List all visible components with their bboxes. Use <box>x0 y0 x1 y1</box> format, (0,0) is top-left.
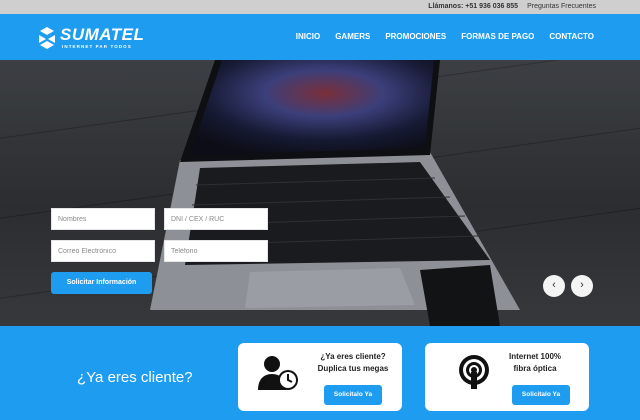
solicitalo-ya-button-2[interactable]: Solicitalo Ya <box>512 385 570 405</box>
card-1-line-1: ¿Ya eres cliente? <box>320 352 386 361</box>
client-section: ¿Ya eres cliente? ¿Ya eres cliente? Dupl… <box>0 326 640 420</box>
solicitalo-ya-button-1[interactable]: Solicitalo Ya <box>324 385 382 405</box>
user-clock-icon <box>258 356 298 390</box>
top-bar: Llámanos: +51 936 036 855 Preguntas Frec… <box>0 0 640 14</box>
telefono-input[interactable] <box>164 240 268 262</box>
main-nav: INICIO GAMERS PROMOCIONES FORMAS DE PAGO… <box>296 32 594 41</box>
broadcast-icon <box>459 355 489 389</box>
nav-item-contacto[interactable]: CONTACTO <box>549 32 594 41</box>
nav-item-inicio[interactable]: INICIO <box>296 32 320 41</box>
main-navbar: SUMATEL INTERNET PAR TODOS INICIO GAMERS… <box>0 14 640 60</box>
logo[interactable]: SUMATEL INTERNET PAR TODOS <box>36 24 156 52</box>
nombres-input[interactable] <box>51 208 155 230</box>
nav-item-promociones[interactable]: PROMOCIONES <box>385 32 446 41</box>
faq-link[interactable]: Preguntas Frecuentes <box>527 3 596 10</box>
card-2-line-2: fibra óptica <box>513 364 557 373</box>
carousel-prev-button[interactable]: ‹ <box>543 275 565 297</box>
card-2-line-1: Internet 100% <box>508 352 562 361</box>
card-1-line-2: Duplica tus megas <box>317 364 389 373</box>
nav-item-formas-de-pago[interactable]: FORMAS DE PAGO <box>461 32 534 41</box>
brand-name: SUMATEL <box>60 25 145 44</box>
email-input[interactable] <box>51 240 155 262</box>
client-section-title: ¿Ya eres cliente? <box>77 369 193 386</box>
phone-text: Llámanos: +51 936 036 855 <box>428 3 518 10</box>
s-arrows-logo-icon <box>39 27 55 49</box>
carousel-next-button[interactable]: › <box>571 275 593 297</box>
brand-tagline: INTERNET PAR TODOS <box>62 44 132 49</box>
dni-input[interactable] <box>164 208 268 230</box>
solicitar-informacion-button[interactable]: Solicitar Información <box>51 272 152 294</box>
nav-item-gamers[interactable]: GAMERS <box>335 32 370 41</box>
